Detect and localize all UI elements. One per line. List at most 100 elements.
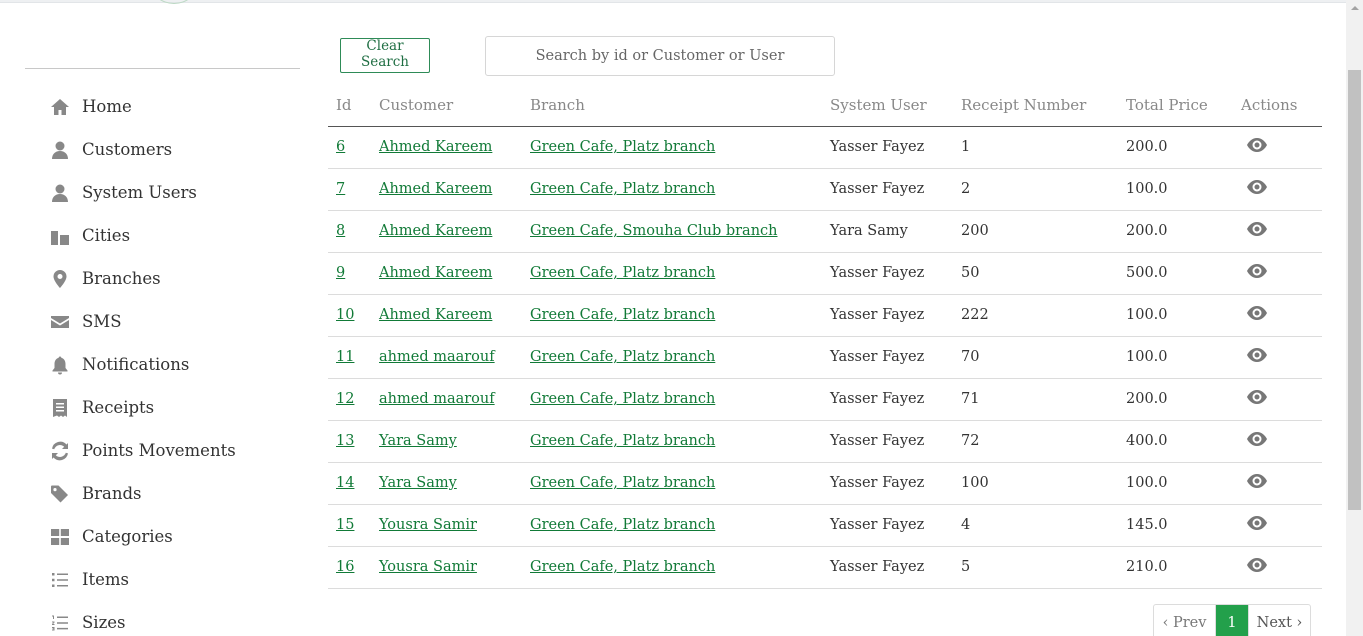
eye-icon[interactable] xyxy=(1247,558,1267,572)
branch-link[interactable]: Green Cafe, Platz branch xyxy=(530,559,715,575)
cell-id: 13 xyxy=(328,420,371,463)
branch-link[interactable]: Green Cafe, Platz branch xyxy=(530,139,715,155)
cell-customer: ahmed maarouf xyxy=(371,336,522,379)
eye-icon[interactable] xyxy=(1247,222,1267,236)
receipt-id-link[interactable]: 6 xyxy=(336,139,345,155)
branch-link[interactable]: Green Cafe, Platz branch xyxy=(530,391,715,407)
cell-actions xyxy=(1233,378,1322,421)
sidebar-item-cities[interactable]: Cities xyxy=(50,214,310,257)
eye-icon[interactable] xyxy=(1247,264,1267,278)
cell-actions xyxy=(1233,420,1322,463)
sidebar-item-sms[interactable]: SMS xyxy=(50,300,310,343)
cell-actions xyxy=(1233,546,1322,589)
sidebar-item-brands[interactable]: Brands xyxy=(50,472,310,515)
branch-link[interactable]: Green Cafe, Platz branch xyxy=(530,517,715,533)
sidebar-menu: Home Customers System Users Cities Branches S… xyxy=(50,85,310,636)
table-row: 6 Ahmed Kareem Green Cafe, Platz branch Yas… xyxy=(328,126,1322,169)
receipt-id-link[interactable]: 10 xyxy=(336,307,354,323)
customer-link[interactable]: Yara Samy xyxy=(379,475,457,491)
customer-link[interactable]: Ahmed Kareem xyxy=(379,181,492,197)
customer-link[interactable]: Ahmed Kareem xyxy=(379,139,492,155)
customer-link[interactable]: Yousra Samir xyxy=(379,517,477,533)
receipt-id-link[interactable]: 14 xyxy=(336,475,354,491)
cell-branch: Green Cafe, Platz branch xyxy=(522,168,822,211)
cell-id: 10 xyxy=(328,294,371,337)
home-icon xyxy=(50,97,70,117)
receipt-id-link[interactable]: 12 xyxy=(336,391,354,407)
cell-actions xyxy=(1233,462,1322,505)
eye-icon[interactable] xyxy=(1247,306,1267,320)
sidebar-item-label: Receipts xyxy=(82,398,155,417)
search-input[interactable] xyxy=(485,36,835,76)
eye-icon[interactable] xyxy=(1247,390,1267,404)
customer-link[interactable]: ahmed maarouf xyxy=(379,349,495,365)
customer-link[interactable]: Ahmed Kareem xyxy=(379,307,492,323)
customer-link[interactable]: Ahmed Kareem xyxy=(379,265,492,281)
eye-icon[interactable] xyxy=(1247,348,1267,362)
header-actions: Actions xyxy=(1233,84,1322,127)
prev-page-button[interactable]: ‹ Prev xyxy=(1154,605,1216,636)
eye-icon[interactable] xyxy=(1247,138,1267,152)
scrollbar-thumb[interactable] xyxy=(1348,70,1361,510)
cell-total-price: 100.0 xyxy=(1118,462,1233,505)
customer-link[interactable]: Yousra Samir xyxy=(379,559,477,575)
scrollbar[interactable] xyxy=(1346,0,1363,636)
receipt-id-link[interactable]: 16 xyxy=(336,559,354,575)
cell-receipt-number: 70 xyxy=(953,336,1118,379)
clear-search-button[interactable]: Clear Search xyxy=(340,38,430,73)
sidebar-item-receipts[interactable]: Receipts xyxy=(50,386,310,429)
sidebar-item-customers[interactable]: Customers xyxy=(50,128,310,171)
branch-link[interactable]: Green Cafe, Platz branch xyxy=(530,181,715,197)
customer-link[interactable]: Ahmed Kareem xyxy=(379,223,492,239)
sidebar-item-home[interactable]: Home xyxy=(50,85,310,128)
eye-icon[interactable] xyxy=(1247,432,1267,446)
sidebar-item-items[interactable]: Items xyxy=(50,558,310,601)
branch-link[interactable]: Green Cafe, Smouha Club branch xyxy=(530,223,778,239)
eye-icon[interactable] xyxy=(1247,180,1267,194)
sidebar-item-points-movements[interactable]: Points Movements xyxy=(50,429,310,472)
sidebar-item-system-users[interactable]: System Users xyxy=(50,171,310,214)
cell-branch: Green Cafe, Smouha Club branch xyxy=(522,210,822,253)
receipt-id-link[interactable]: 9 xyxy=(336,265,345,281)
cell-branch: Green Cafe, Platz branch xyxy=(522,336,822,379)
cell-total-price: 100.0 xyxy=(1118,294,1233,337)
branch-link[interactable]: Green Cafe, Platz branch xyxy=(530,265,715,281)
receipt-id-link[interactable]: 8 xyxy=(336,223,345,239)
cell-system-user: Yasser Fayez xyxy=(822,504,953,547)
eye-icon[interactable] xyxy=(1247,516,1267,530)
receipt-id-link[interactable]: 11 xyxy=(336,349,354,365)
cell-receipt-number: 72 xyxy=(953,420,1118,463)
sidebar-item-sizes[interactable]: Sizes xyxy=(50,601,310,636)
branch-link[interactable]: Green Cafe, Platz branch xyxy=(530,349,715,365)
table-row: 7 Ahmed Kareem Green Cafe, Platz branch Yas… xyxy=(328,168,1322,211)
next-page-button[interactable]: Next › xyxy=(1248,605,1310,636)
current-page-button[interactable]: 1 xyxy=(1216,605,1248,636)
cell-receipt-number: 222 xyxy=(953,294,1118,337)
receipt-id-link[interactable]: 13 xyxy=(336,433,354,449)
table-header-row: Id Customer Branch System User Receipt N… xyxy=(328,84,1322,127)
branch-link[interactable]: Green Cafe, Platz branch xyxy=(530,433,715,449)
branch-link[interactable]: Green Cafe, Platz branch xyxy=(530,475,715,491)
table-row: 8 Ahmed Kareem Green Cafe, Smouha Club bra… xyxy=(328,210,1322,253)
eye-icon[interactable] xyxy=(1247,474,1267,488)
cell-total-price: 200.0 xyxy=(1118,378,1233,421)
table-row: 15 Yousra Samir Green Cafe, Platz branch Ya… xyxy=(328,504,1322,547)
customer-link[interactable]: Yara Samy xyxy=(379,433,457,449)
sidebar-item-branches[interactable]: Branches xyxy=(50,257,310,300)
sidebar-item-notifications[interactable]: Notifications xyxy=(50,343,310,386)
customer-link[interactable]: ahmed maarouf xyxy=(379,391,495,407)
cell-customer: Yousra Samir xyxy=(371,504,522,547)
cell-actions xyxy=(1233,252,1322,295)
scroll-up-arrow-icon[interactable] xyxy=(1346,0,1363,17)
cell-customer: Ahmed Kareem xyxy=(371,252,522,295)
cell-id: 14 xyxy=(328,462,371,505)
cell-id: 6 xyxy=(328,126,371,169)
sidebar-item-label: Items xyxy=(82,570,130,589)
user-tie-icon xyxy=(50,183,70,203)
receipt-id-link[interactable]: 15 xyxy=(336,517,354,533)
cell-customer: Yara Samy xyxy=(371,462,522,505)
sidebar-item-categories[interactable]: Categories xyxy=(50,515,310,558)
branch-link[interactable]: Green Cafe, Platz branch xyxy=(530,307,715,323)
cell-system-user: Yasser Fayez xyxy=(822,252,953,295)
receipt-id-link[interactable]: 7 xyxy=(336,181,345,197)
